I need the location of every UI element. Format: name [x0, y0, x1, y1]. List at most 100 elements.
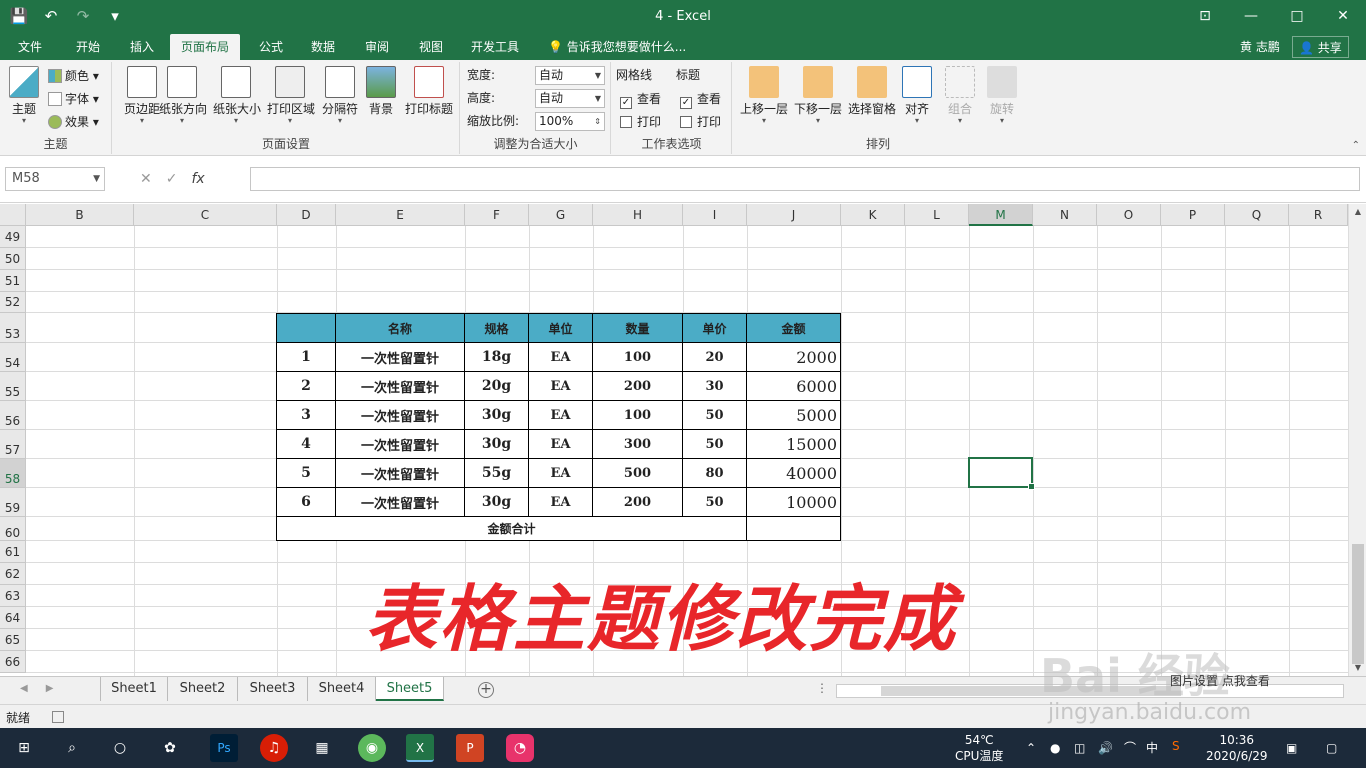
size-button[interactable]: 纸张大小 ▾ — [213, 66, 261, 126]
volume-icon[interactable]: 🔊 — [1098, 740, 1113, 756]
tab-review[interactable]: 审阅 — [354, 34, 400, 60]
gridlines-view-checkbox[interactable]: ✓ 查看 — [620, 89, 661, 109]
cancel-icon[interactable]: ✕ — [140, 167, 152, 191]
tab-page-layout[interactable]: 页面布局 — [170, 34, 240, 60]
total-label-cell[interactable]: 金额合计 — [276, 516, 747, 541]
row-header[interactable]: 66 — [0, 651, 26, 673]
scroll-up-icon[interactable]: ▲ — [1349, 204, 1366, 220]
sheet-nav-arrows[interactable]: ◀▶ — [20, 683, 71, 694]
background-button[interactable]: 背景 — [359, 66, 403, 126]
headings-print-checkbox[interactable]: 打印 — [680, 112, 721, 132]
maximize-button[interactable]: □ — [1274, 0, 1320, 32]
cell[interactable]: EA — [528, 458, 593, 488]
cell[interactable]: 100 — [592, 342, 683, 372]
cell[interactable]: 80 — [682, 458, 747, 488]
column-header-selected[interactable]: M — [969, 204, 1033, 226]
spinner-icon[interactable]: ⇕ — [594, 113, 601, 130]
tab-home[interactable]: 开始 — [64, 34, 112, 60]
column-header[interactable]: Q — [1225, 204, 1289, 226]
clock[interactable]: 10:36 2020/6/29 — [1206, 732, 1268, 764]
breaks-button[interactable]: 分隔符 ▾ — [317, 66, 363, 126]
row-header[interactable]: 57 — [0, 430, 26, 459]
cell[interactable]: 50 — [682, 400, 747, 430]
ime-indicator[interactable]: 中 — [1146, 740, 1158, 756]
headings-view-checkbox[interactable]: ✓ 查看 — [680, 89, 721, 109]
music-app-icon[interactable]: ♫ — [260, 734, 288, 762]
cell[interactable]: 2000 — [746, 342, 841, 372]
user-name[interactable]: 黄 志鹏 — [1240, 34, 1280, 60]
cell[interactable]: 15000 — [746, 429, 841, 459]
add-sheet-icon[interactable]: + — [478, 682, 494, 698]
selection-pane-button[interactable]: 选择窗格 — [845, 66, 899, 126]
row-header[interactable]: 56 — [0, 401, 26, 430]
tray-app-icon[interactable]: ◫ — [1074, 740, 1085, 756]
cell[interactable]: 50 — [682, 429, 747, 459]
cell[interactable]: 6000 — [746, 371, 841, 401]
column-header[interactable]: D — [277, 204, 336, 226]
cell[interactable]: 500 — [592, 458, 683, 488]
collapse-ribbon-icon[interactable]: ⌃ — [1352, 140, 1360, 151]
cell[interactable]: EA — [528, 429, 593, 459]
row-header[interactable]: 64 — [0, 607, 26, 629]
row-header[interactable]: 55 — [0, 372, 26, 401]
cell[interactable]: 5 — [276, 458, 336, 488]
powerpoint-icon[interactable]: P — [456, 734, 484, 762]
share-button[interactable]: 👤 共享 — [1292, 36, 1349, 58]
header-cell[interactable]: 数量 — [592, 313, 683, 343]
row-header[interactable]: 50 — [0, 248, 26, 270]
formula-input[interactable] — [250, 167, 1360, 191]
column-header[interactable]: P — [1161, 204, 1225, 226]
wifi-icon[interactable]: ⌒ — [1124, 740, 1136, 756]
total-value-cell[interactable] — [746, 516, 841, 541]
photoshop-icon[interactable]: Ps — [210, 734, 238, 762]
header-cell[interactable]: 单价 — [682, 313, 747, 343]
header-cell[interactable]: 名称 — [335, 313, 465, 343]
tell-me-box[interactable]: 💡 告诉我您想要做什么... — [548, 34, 686, 60]
tray-app-icon[interactable]: ● — [1050, 740, 1060, 756]
print-titles-button[interactable]: 打印标题 — [403, 66, 455, 126]
row-header[interactable]: 63 — [0, 585, 26, 607]
row-header[interactable]: 54 — [0, 343, 26, 372]
orientation-button[interactable]: 纸张方向 ▾ — [159, 66, 207, 126]
minimize-button[interactable]: — — [1228, 0, 1274, 32]
calculator-icon[interactable]: ▦ — [308, 734, 336, 762]
cell[interactable]: 40000 — [746, 458, 841, 488]
tray-up-arrow-icon[interactable]: ⌃ — [1026, 740, 1036, 756]
cell[interactable]: 5000 — [746, 400, 841, 430]
group-objects-button[interactable]: 组合 ▾ — [937, 66, 983, 126]
column-header[interactable]: K — [841, 204, 905, 226]
themes-button[interactable]: 主题 ▾ — [4, 66, 44, 126]
row-header[interactable]: 60 — [0, 517, 26, 541]
cell[interactable]: 300 — [592, 429, 683, 459]
bring-forward-button[interactable]: 上移一层 ▾ — [737, 66, 791, 126]
print-area-button[interactable]: 打印区域 ▾ — [267, 66, 315, 126]
column-header[interactable]: F — [465, 204, 529, 226]
column-header[interactable]: I — [683, 204, 747, 226]
ribbon-display-icon[interactable]: ⊡ — [1182, 0, 1228, 32]
colors-button[interactable]: 颜色 ▾ — [48, 66, 99, 86]
sheet-tab[interactable]: Sheet3 — [238, 677, 308, 701]
enter-icon[interactable]: ✓ — [166, 167, 178, 191]
pinwheel-app-icon[interactable]: ✿ — [156, 734, 184, 762]
action-center-icon[interactable]: ▢ — [1326, 740, 1337, 756]
cell[interactable]: 18g — [464, 342, 529, 372]
column-header[interactable]: R — [1289, 204, 1348, 226]
cell[interactable]: 一次性留置针 — [335, 458, 465, 488]
cell[interactable]: 一次性留置针 — [335, 487, 465, 517]
column-header[interactable]: O — [1097, 204, 1161, 226]
tab-insert[interactable]: 插入 — [118, 34, 166, 60]
sogou-ime-icon[interactable]: S — [1172, 738, 1180, 754]
scale-spinner[interactable]: 100% ⇕ — [535, 112, 605, 131]
cell[interactable]: 30 — [682, 371, 747, 401]
header-cell[interactable]: 金额 — [746, 313, 841, 343]
fonts-button[interactable]: 字体 ▾ — [48, 89, 99, 109]
scroll-down-icon[interactable]: ▼ — [1349, 660, 1366, 676]
row-header[interactable]: 51 — [0, 270, 26, 292]
cell[interactable]: 一次性留置针 — [335, 400, 465, 430]
cell[interactable]: 3 — [276, 400, 336, 430]
row-header[interactable]: 59 — [0, 488, 26, 517]
cell[interactable]: 6 — [276, 487, 336, 517]
tab-data[interactable]: 数据 — [300, 34, 346, 60]
cell[interactable]: 55g — [464, 458, 529, 488]
cell[interactable]: 30g — [464, 487, 529, 517]
